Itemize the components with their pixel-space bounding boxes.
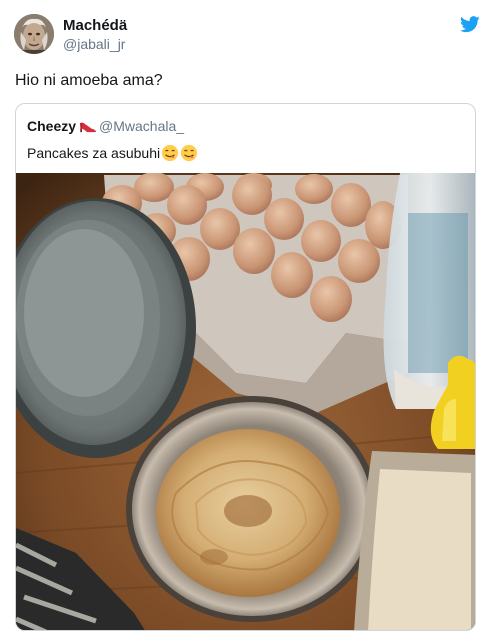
quoted-tweet[interactable]: Cheezy @Mwachala_ Pancakes za asubuhi: [15, 103, 476, 631]
quoted-author-display-name[interactable]: Cheezy: [27, 118, 76, 134]
quoted-author-handle[interactable]: @Mwachala_: [99, 118, 184, 134]
twitter-bird-icon[interactable]: [460, 16, 480, 33]
high-heel-shoe-icon: [80, 122, 96, 133]
quoted-tweet-header: Cheezy @Mwachala_: [27, 116, 184, 136]
quoted-tweet-photo[interactable]: [16, 173, 475, 630]
tweet-header: Machédä @jabali_jr: [14, 14, 482, 56]
tweet-text: Hio ni amoeba ama?: [15, 72, 163, 89]
quoted-tweet-text-line: Pancakes za asubuhi: [27, 143, 198, 163]
author-display-name[interactable]: Machédä: [63, 16, 127, 35]
avatar-image: [14, 14, 54, 54]
author-names: Machédä @jabali_jr: [63, 16, 127, 53]
avatar[interactable]: [14, 14, 54, 54]
pancakes-photo: [16, 173, 475, 630]
tweet-card: Machédä @jabali_jr Hio ni amoeba ama? Ch…: [0, 0, 496, 634]
author-handle[interactable]: @jabali_jr: [63, 35, 127, 53]
quoted-tweet-text: Pancakes za asubuhi: [27, 145, 161, 161]
face-savoring-food-icon: [180, 144, 198, 162]
face-savoring-food-icon: [161, 144, 179, 162]
